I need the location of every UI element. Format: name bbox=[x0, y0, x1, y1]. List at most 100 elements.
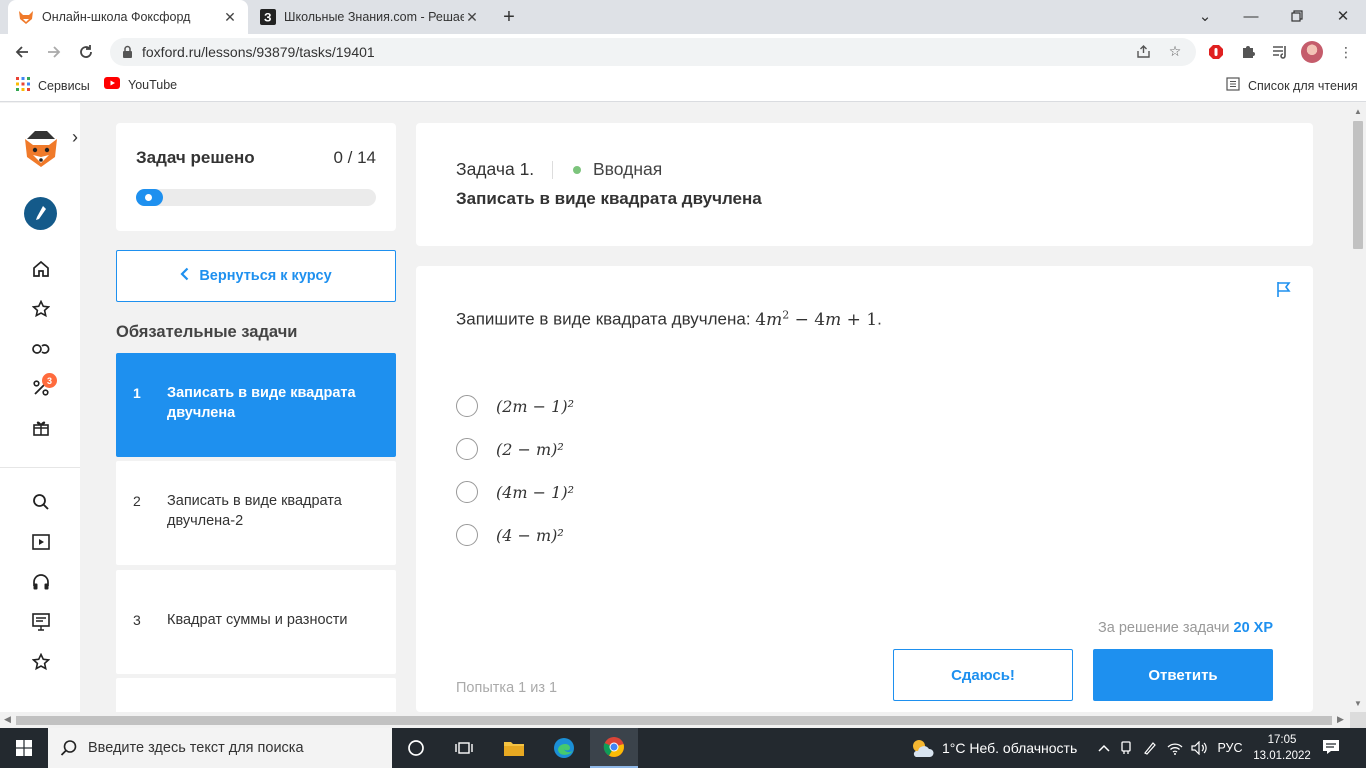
report-flag-icon[interactable] bbox=[1275, 280, 1293, 303]
windows-start-icon[interactable] bbox=[0, 728, 48, 768]
edge-browser-icon[interactable] bbox=[540, 728, 588, 768]
question-prompt: Запишите в виде квадрата двучлена: bbox=[456, 309, 751, 329]
task-list-item[interactable]: 3 Квадрат суммы и разности bbox=[116, 570, 396, 674]
close-tab-icon[interactable]: ✕ bbox=[464, 9, 480, 26]
task-list-item[interactable]: 1 Записать в виде квадрата двучлена bbox=[116, 353, 396, 457]
radio-button[interactable] bbox=[456, 438, 478, 460]
task-level: Вводная bbox=[593, 159, 663, 179]
apps-grid-icon bbox=[16, 77, 30, 94]
browser-menu-icon[interactable]: ⋮ bbox=[1336, 42, 1356, 62]
video-play-icon[interactable] bbox=[28, 529, 54, 555]
taskbar-search-input[interactable]: Введите здесь текст для поиска bbox=[48, 728, 392, 768]
browser-toolbar: foxford.ru/lessons/93879/tasks/19401 ☆ ⋮ bbox=[0, 34, 1366, 70]
search-icon[interactable] bbox=[28, 489, 54, 515]
notification-center-icon[interactable] bbox=[1322, 738, 1342, 758]
scrollbar-thumb[interactable] bbox=[1353, 121, 1363, 249]
reading-list-icon bbox=[1226, 77, 1240, 94]
task-title: Записать в виде квадрата двучлена bbox=[456, 189, 762, 208]
chrome-browser-icon[interactable] bbox=[590, 728, 638, 768]
home-icon[interactable] bbox=[28, 256, 54, 282]
share-icon[interactable] bbox=[1134, 42, 1152, 60]
browser-tab-znanija[interactable]: З Школьные Знания.com - Решае ✕ bbox=[250, 0, 490, 34]
progress-count: 0 / 14 bbox=[333, 148, 376, 167]
restore-icon[interactable] bbox=[1274, 4, 1320, 28]
answer-option[interactable]: (4 − m)² bbox=[456, 524, 564, 546]
scroll-left-icon[interactable]: ◀ bbox=[4, 714, 11, 725]
network-adapter-icon[interactable] bbox=[1116, 728, 1136, 768]
input-language[interactable]: РУС bbox=[1212, 728, 1248, 768]
scrollbar-corner bbox=[1350, 712, 1366, 728]
rail-divider bbox=[0, 467, 80, 468]
browser-tab-foxford[interactable]: Онлайн-школа Фоксфорд ✕ bbox=[8, 0, 248, 34]
radio-button[interactable] bbox=[456, 524, 478, 546]
whiteboard-icon[interactable] bbox=[28, 609, 54, 635]
task-list-item[interactable] bbox=[116, 678, 396, 712]
svg-text:З: З bbox=[264, 11, 272, 25]
forward-arrow-icon[interactable] bbox=[42, 40, 66, 64]
submit-answer-button[interactable]: Ответить bbox=[1093, 649, 1273, 701]
browser-tab-strip: Онлайн-школа Фоксфорд ✕ З Школьные Знани… bbox=[0, 0, 1366, 34]
back-to-course-button[interactable]: Вернуться к курсу bbox=[116, 250, 396, 302]
radio-button[interactable] bbox=[456, 481, 478, 503]
nav-rail: › 3 bbox=[0, 103, 80, 712]
bookmark-star-icon[interactable]: ☆ bbox=[1166, 42, 1184, 60]
horizontal-scrollbar[interactable]: ◀ ▶ bbox=[0, 712, 1350, 728]
favorites-star-icon[interactable] bbox=[28, 296, 54, 322]
glasses-icon[interactable] bbox=[28, 336, 54, 362]
wifi-icon[interactable] bbox=[1164, 728, 1186, 768]
bookmark-services[interactable]: Сервисы bbox=[16, 77, 90, 94]
extensions-puzzle-icon[interactable] bbox=[1238, 42, 1258, 62]
task-name: Квадрат суммы и разности bbox=[167, 612, 348, 628]
back-to-course-label: Вернуться к курсу bbox=[199, 268, 332, 284]
task-number-heading: Задача 1. bbox=[456, 159, 535, 179]
scroll-down-icon[interactable]: ▼ bbox=[1354, 699, 1362, 708]
reload-icon[interactable] bbox=[74, 40, 98, 64]
volume-icon[interactable] bbox=[1188, 728, 1210, 768]
reading-list-label: Список для чтения bbox=[1248, 78, 1358, 93]
file-explorer-icon[interactable] bbox=[490, 728, 538, 768]
radio-button[interactable] bbox=[456, 395, 478, 417]
rating-star-icon[interactable] bbox=[28, 649, 54, 675]
expand-chevron-icon[interactable]: › bbox=[72, 127, 78, 148]
headphones-icon[interactable] bbox=[28, 569, 54, 595]
scrollbar-thumb[interactable] bbox=[16, 716, 1332, 725]
minimize-icon[interactable]: — bbox=[1228, 4, 1274, 28]
gift-icon[interactable] bbox=[28, 415, 54, 441]
scroll-right-icon[interactable]: ▶ bbox=[1337, 714, 1344, 725]
reading-list[interactable]: Список для чтения bbox=[1226, 77, 1358, 94]
task-list-item[interactable]: 2 Записать в виде квадрата двучлена-2 bbox=[116, 461, 396, 565]
close-tab-icon[interactable]: ✕ bbox=[222, 9, 238, 26]
tab-title: Школьные Знания.com - Решае bbox=[284, 10, 464, 24]
back-arrow-icon[interactable] bbox=[10, 40, 34, 64]
tab-search-icon[interactable]: ⌄ bbox=[1182, 4, 1228, 28]
profile-avatar[interactable] bbox=[1301, 41, 1323, 63]
progress-card: Задач решено 0 / 14 bbox=[116, 123, 396, 231]
chevron-left-icon bbox=[180, 267, 189, 286]
close-window-icon[interactable]: ✕ bbox=[1320, 4, 1366, 28]
level-dot-icon bbox=[573, 166, 581, 174]
partly-cloudy-icon bbox=[910, 738, 934, 758]
bookmark-youtube[interactable]: YouTube bbox=[104, 77, 177, 92]
system-clock[interactable]: 17:05 13.01.2022 bbox=[1252, 732, 1312, 764]
scroll-up-icon[interactable]: ▲ bbox=[1354, 107, 1362, 116]
tray-chevron-up-icon[interactable] bbox=[1094, 728, 1114, 768]
answer-option[interactable]: (4m − 1)² bbox=[456, 481, 574, 503]
question-text: Запишите в виде квадрата двучлена: 4m2 −… bbox=[456, 308, 882, 330]
option-label: (4 − m)² bbox=[496, 525, 564, 545]
weather-widget[interactable]: 1°C Неб. облачность bbox=[910, 728, 1077, 768]
new-tab-icon[interactable]: + bbox=[498, 6, 520, 29]
foxford-logo-icon[interactable] bbox=[22, 127, 60, 169]
give-up-button[interactable]: Сдаюсь! bbox=[893, 649, 1073, 701]
option-label: (2m − 1)² bbox=[496, 396, 575, 416]
cortana-icon[interactable] bbox=[392, 728, 440, 768]
user-profile-icon[interactable] bbox=[24, 197, 57, 230]
address-bar[interactable]: foxford.ru/lessons/93879/tasks/19401 bbox=[110, 38, 1196, 66]
vertical-scrollbar[interactable]: ▲ ▼ bbox=[1350, 103, 1366, 712]
adblock-extension-icon[interactable] bbox=[1206, 42, 1226, 62]
pen-icon[interactable] bbox=[1140, 728, 1160, 768]
answer-option[interactable]: (2 − m)² bbox=[456, 438, 564, 460]
answer-option[interactable]: (2m − 1)² bbox=[456, 395, 574, 417]
task-view-icon[interactable] bbox=[440, 728, 488, 768]
search-icon bbox=[60, 739, 78, 761]
media-control-icon[interactable] bbox=[1270, 42, 1290, 62]
